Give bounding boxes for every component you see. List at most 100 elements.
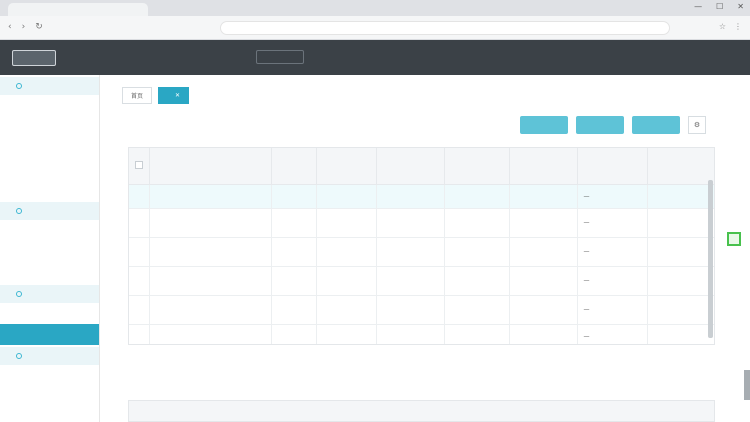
- forward-icon[interactable]: ›: [22, 22, 26, 32]
- row-checkbox[interactable]: [129, 184, 150, 209]
- header-search[interactable]: [256, 50, 304, 64]
- table-cell[interactable]: [149, 208, 272, 238]
- column-header[interactable]: [577, 148, 648, 185]
- table-row[interactable]: —: [129, 237, 714, 267]
- table-cell: [316, 184, 377, 209]
- table-cell: —: [577, 266, 648, 296]
- sidebar-group[interactable]: [0, 285, 99, 303]
- menu-icon[interactable]: ⋮: [734, 22, 742, 31]
- table-cell: [509, 266, 578, 296]
- table-row[interactable]: —: [129, 208, 714, 238]
- column-header[interactable]: [509, 148, 578, 185]
- table-cell: [509, 237, 578, 267]
- checkbox[interactable]: [135, 160, 143, 169]
- sidebar-item[interactable]: [0, 303, 99, 324]
- table-cell: —: [577, 295, 648, 325]
- browser-tab[interactable]: [8, 3, 148, 16]
- sidebar-item[interactable]: [0, 262, 99, 283]
- column-header[interactable]: [271, 148, 317, 185]
- floating-widget-icon[interactable]: [727, 232, 741, 246]
- close-icon[interactable]: ✕: [737, 2, 744, 11]
- browser-tabstrip: — ☐ ✕: [0, 0, 750, 16]
- table-row[interactable]: —: [129, 295, 714, 325]
- table-cell: [316, 295, 377, 325]
- column-header[interactable]: [149, 148, 272, 185]
- table-cell: [376, 237, 445, 267]
- sidebar-item[interactable]: [0, 241, 99, 262]
- table-cell: [444, 237, 510, 267]
- table-cell[interactable]: [149, 266, 272, 296]
- sidebar-item[interactable]: [0, 386, 99, 407]
- table-cell[interactable]: [149, 184, 272, 209]
- tab-current[interactable]: ✕: [158, 87, 190, 104]
- table-row[interactable]: —: [129, 324, 714, 344]
- table-cell[interactable]: [647, 208, 714, 238]
- table-cell: [316, 208, 377, 238]
- toolbar-button[interactable]: [632, 116, 680, 134]
- column-header[interactable]: [647, 148, 714, 185]
- app-header: [0, 40, 750, 75]
- table-cell: [376, 266, 445, 296]
- table-cell[interactable]: [647, 295, 714, 325]
- table-cell: [271, 324, 317, 344]
- column-header[interactable]: [444, 148, 510, 185]
- sidebar-item[interactable]: [0, 220, 99, 241]
- close-icon[interactable]: ✕: [175, 92, 180, 99]
- table-cell: [271, 295, 317, 325]
- reload-icon[interactable]: ↻: [35, 22, 43, 32]
- table-cell: [271, 266, 317, 296]
- table-cell: [376, 208, 445, 238]
- settings-icon[interactable]: ⚙: [688, 116, 706, 134]
- row-checkbox[interactable]: [129, 208, 150, 238]
- table-cell[interactable]: [647, 324, 714, 344]
- table-cell[interactable]: [149, 324, 272, 344]
- main-content: 首页 ✕ ⚙ — — — — — —: [104, 75, 724, 422]
- page-scrollbar[interactable]: [744, 370, 750, 400]
- table-scrollbar[interactable]: [708, 180, 713, 338]
- sidebar-item[interactable]: [0, 116, 99, 137]
- table-cell: [444, 295, 510, 325]
- table-cell: [509, 324, 578, 344]
- column-header[interactable]: [316, 148, 377, 185]
- table-cell: —: [577, 208, 648, 238]
- secondary-table-header: [128, 400, 715, 422]
- browser-toolbar: ‹ › ↻ ☆ ⋮: [0, 16, 750, 40]
- sidebar-group[interactable]: [0, 77, 99, 95]
- row-checkbox[interactable]: [129, 237, 150, 267]
- group-icon: [16, 208, 22, 214]
- tab-home[interactable]: 首页: [122, 87, 153, 104]
- sidebar-item[interactable]: [0, 365, 99, 386]
- row-checkbox[interactable]: [129, 266, 150, 296]
- sidebar-group[interactable]: [0, 202, 99, 220]
- tab-bar: 首页 ✕: [122, 87, 190, 104]
- toolbar-button[interactable]: [576, 116, 624, 134]
- table-cell: [271, 237, 317, 267]
- table-cell[interactable]: [149, 237, 272, 267]
- toolbar-button[interactable]: [520, 116, 568, 134]
- maximize-icon[interactable]: ☐: [716, 2, 723, 11]
- table-cell: [444, 266, 510, 296]
- row-checkbox[interactable]: [129, 324, 150, 344]
- column-header[interactable]: [376, 148, 445, 185]
- sidebar-group[interactable]: [0, 347, 99, 365]
- table-cell[interactable]: [149, 295, 272, 325]
- back-icon[interactable]: ‹: [8, 22, 12, 32]
- table-row[interactable]: —: [129, 184, 714, 209]
- table-row[interactable]: —: [129, 266, 714, 296]
- table-cell: [444, 184, 510, 209]
- table-cell[interactable]: [647, 237, 714, 267]
- table-cell: [444, 324, 510, 344]
- sidebar-item[interactable]: [0, 179, 99, 200]
- table-cell[interactable]: [647, 184, 714, 209]
- star-icon[interactable]: ☆: [719, 22, 726, 31]
- select-all-header[interactable]: [129, 148, 150, 185]
- minimize-icon[interactable]: —: [694, 2, 702, 11]
- sidebar-item[interactable]: [0, 137, 99, 158]
- sidebar-item[interactable]: [0, 95, 99, 116]
- table-cell[interactable]: [647, 266, 714, 296]
- table-cell: [376, 324, 445, 344]
- sidebar-item-active[interactable]: [0, 324, 99, 345]
- address-bar[interactable]: [220, 21, 670, 35]
- sidebar-item[interactable]: [0, 158, 99, 179]
- row-checkbox[interactable]: [129, 295, 150, 325]
